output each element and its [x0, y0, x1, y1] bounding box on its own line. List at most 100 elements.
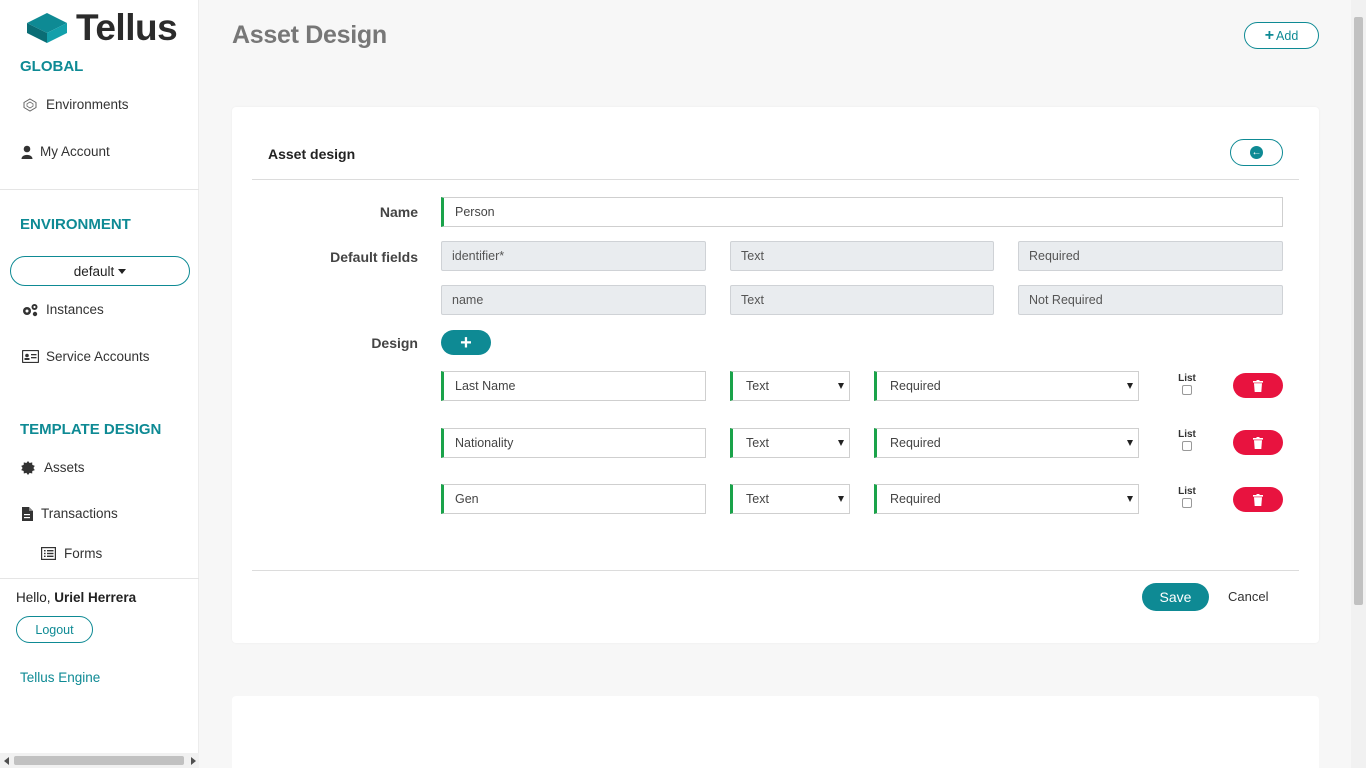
- default-field-required: Required: [1018, 241, 1283, 271]
- sidebar-item-label: Service Accounts: [46, 349, 150, 364]
- add-button-label: Add: [1276, 28, 1299, 43]
- cancel-button[interactable]: Cancel: [1228, 589, 1268, 604]
- plus-icon: +: [460, 331, 472, 354]
- brand-logo[interactable]: Tellus: [26, 7, 178, 48]
- asset-design-card: Asset design ← Name Person Default field…: [232, 107, 1319, 643]
- sidebar-item-label: Transactions: [41, 506, 118, 521]
- sidebar-item-instances[interactable]: Instances: [20, 302, 104, 317]
- sidebar-item-label: Environments: [46, 97, 129, 112]
- design-field-required-select[interactable]: Required: [874, 484, 1139, 514]
- trash-icon: [1253, 493, 1263, 506]
- greeting-prefix: Hello,: [16, 590, 51, 605]
- caret-down-icon: [118, 268, 127, 274]
- select-value: Required: [890, 492, 941, 506]
- add-button[interactable]: + Add: [1244, 22, 1319, 49]
- user-greeting: Hello, Uriel Herrera: [16, 590, 136, 605]
- caret-down-icon: [838, 496, 844, 502]
- default-field-type: Text: [730, 285, 994, 315]
- design-field-list-toggle: List: [1177, 486, 1197, 508]
- default-field-name: identifier*: [441, 241, 706, 271]
- horizontal-scrollbar[interactable]: [0, 753, 199, 768]
- scroll-right-icon[interactable]: [191, 757, 196, 765]
- select-value: Text: [746, 436, 769, 450]
- list-checkbox[interactable]: [1182, 441, 1192, 451]
- default-field-name: name: [441, 285, 706, 315]
- name-input[interactable]: Person: [441, 197, 1283, 227]
- scrollbar-thumb[interactable]: [14, 756, 184, 765]
- default-fields-label: Default fields: [330, 249, 418, 265]
- back-button[interactable]: ←: [1230, 139, 1283, 166]
- design-field-required-select[interactable]: Required: [874, 428, 1139, 458]
- design-field-type-select[interactable]: Text: [730, 371, 850, 401]
- logout-button[interactable]: Logout: [16, 616, 93, 643]
- trash-icon: [1253, 436, 1263, 449]
- sidebar-item-label: Forms: [64, 546, 103, 561]
- scroll-left-icon[interactable]: [4, 757, 9, 765]
- delete-field-button[interactable]: [1233, 487, 1283, 512]
- id-card-icon: [20, 350, 40, 363]
- tellus-engine-link[interactable]: Tellus Engine: [20, 670, 100, 685]
- list-icon: [40, 547, 56, 560]
- design-field-type-select[interactable]: Text: [730, 428, 850, 458]
- list-checkbox[interactable]: [1182, 385, 1192, 395]
- user-name: Uriel Herrera: [54, 590, 137, 605]
- template-section-title: TEMPLATE DESIGN: [20, 421, 162, 438]
- card-footer-divider: [252, 570, 1299, 571]
- card-title: Asset design: [268, 146, 356, 162]
- list-label: List: [1178, 486, 1196, 497]
- sidebar-item-my-account[interactable]: My Account: [20, 144, 110, 159]
- plus-icon: +: [1264, 26, 1275, 44]
- design-field-required-select[interactable]: Required: [874, 371, 1139, 401]
- certificate-icon: [20, 460, 36, 475]
- default-field-required: Not Required: [1018, 285, 1283, 315]
- design-field-list-toggle: List: [1177, 429, 1197, 451]
- caret-down-icon: [1127, 440, 1133, 446]
- delete-field-button[interactable]: [1233, 373, 1283, 398]
- brand-name: Tellus: [76, 7, 178, 48]
- scrollbar-thumb[interactable]: [1354, 17, 1363, 605]
- user-icon: [20, 145, 34, 159]
- sidebar-divider: [0, 189, 199, 190]
- design-field-list-toggle: List: [1177, 373, 1197, 395]
- sidebar-item-label: Instances: [46, 302, 104, 317]
- list-checkbox[interactable]: [1182, 498, 1192, 508]
- select-value: Required: [890, 379, 941, 393]
- tellus-logo-icon: [27, 13, 67, 43]
- environment-select-value: default: [73, 263, 115, 279]
- delete-field-button[interactable]: [1233, 430, 1283, 455]
- default-field-type: Text: [730, 241, 994, 271]
- list-label: List: [1178, 373, 1196, 384]
- design-field-name-input[interactable]: Nationality: [441, 428, 706, 458]
- environment-select[interactable]: default: [10, 256, 190, 286]
- design-field-name-input[interactable]: Last Name: [441, 371, 706, 401]
- secondary-card: [232, 696, 1319, 768]
- design-field-name-input[interactable]: Gen: [441, 484, 706, 514]
- global-section-title: GLOBAL: [20, 58, 84, 75]
- environment-section-title: ENVIRONMENT: [20, 216, 131, 233]
- save-button[interactable]: Save: [1142, 583, 1209, 611]
- card-header-divider: [252, 179, 1299, 180]
- page-title: Asset Design: [232, 21, 387, 49]
- trash-icon: [1253, 379, 1263, 392]
- select-value: Text: [746, 379, 769, 393]
- select-value: Text: [746, 492, 769, 506]
- caret-down-icon: [838, 440, 844, 446]
- caret-down-icon: [838, 383, 844, 389]
- select-value: Required: [890, 436, 941, 450]
- add-design-field-button[interactable]: +: [441, 330, 491, 355]
- sidebar-item-service-accounts[interactable]: Service Accounts: [20, 349, 150, 364]
- sidebar-item-environments[interactable]: Environments: [20, 97, 129, 112]
- design-label: Design: [371, 335, 418, 351]
- vertical-scrollbar[interactable]: [1351, 0, 1366, 768]
- list-label: List: [1178, 429, 1196, 440]
- caret-down-icon: [1127, 383, 1133, 389]
- name-label: Name: [379, 204, 418, 220]
- sidebar-item-label: Assets: [44, 460, 85, 475]
- sidebar-item-assets[interactable]: Assets: [20, 460, 85, 475]
- sidebar-item-forms[interactable]: Forms: [40, 546, 102, 561]
- design-field-type-select[interactable]: Text: [730, 484, 850, 514]
- environments-icon: [20, 97, 40, 112]
- sidebar: Tellus GLOBAL Environments My Account EN…: [0, 0, 199, 768]
- sidebar-item-transactions[interactable]: Transactions: [20, 506, 118, 521]
- file-icon: [20, 506, 34, 521]
